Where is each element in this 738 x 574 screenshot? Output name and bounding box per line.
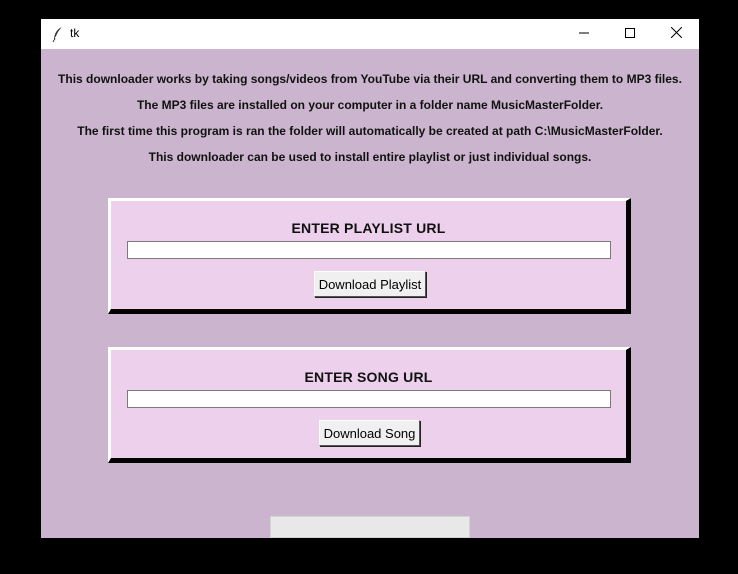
maximize-button[interactable] (607, 19, 653, 49)
playlist-url-label: ENTER PLAYLIST URL (291, 220, 446, 236)
song-url-input[interactable] (127, 390, 611, 408)
playlist-frame: ENTER PLAYLIST URL Download Playlist (108, 198, 631, 314)
close-button[interactable] (653, 19, 699, 49)
app-window: tk This downloader works by taking songs… (41, 19, 699, 538)
playlist-url-input[interactable] (127, 241, 611, 259)
info-line: The MP3 files are installed on your comp… (136, 98, 604, 112)
close-icon (670, 25, 682, 43)
info-line: This downloader can be used to install e… (148, 150, 592, 164)
download-playlist-button[interactable]: Download Playlist (314, 271, 426, 297)
main-content: This downloader works by taking songs/vi… (41, 49, 699, 538)
feather-icon (51, 26, 65, 43)
status-label (270, 516, 470, 538)
maximize-icon (625, 25, 635, 43)
info-line: The first time this program is ran the f… (77, 124, 663, 138)
info-line: This downloader works by taking songs/vi… (58, 72, 682, 86)
song-url-label: ENTER SONG URL (304, 369, 433, 385)
minimize-icon (579, 25, 589, 43)
minimize-button[interactable] (561, 19, 607, 49)
download-song-button[interactable]: Download Song (319, 420, 420, 446)
window-title: tk (70, 26, 80, 40)
song-frame: ENTER SONG URL Download Song (108, 347, 631, 463)
title-bar[interactable]: tk (41, 19, 699, 49)
